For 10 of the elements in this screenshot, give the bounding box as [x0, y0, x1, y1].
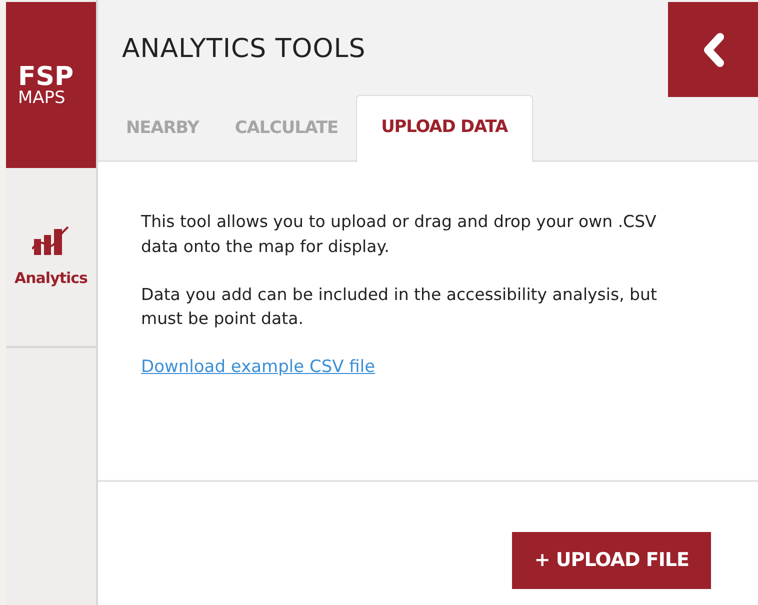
paragraph: Data you add can be included in the accessibility analysis, but must be point data.: [141, 284, 658, 330]
panel-title: ANALYTICS TOOLS: [122, 33, 366, 66]
collapse-button[interactable]: [668, 2, 758, 97]
sidebar-item[interactable]: Analytics: [6, 168, 96, 348]
tab[interactable]: UPLOAD DATA: [356, 94, 533, 162]
download-link[interactable]: Download example CSV file: [141, 357, 376, 377]
upload-button[interactable]: + UPLOAD FILE: [512, 532, 711, 588]
logo: FSP MAPS: [6, 2, 96, 168]
paragraph: This tool allows you to upload or drag and drop your own .CSV data onto the map for display.: [141, 211, 658, 258]
chart-icon: [32, 224, 70, 257]
